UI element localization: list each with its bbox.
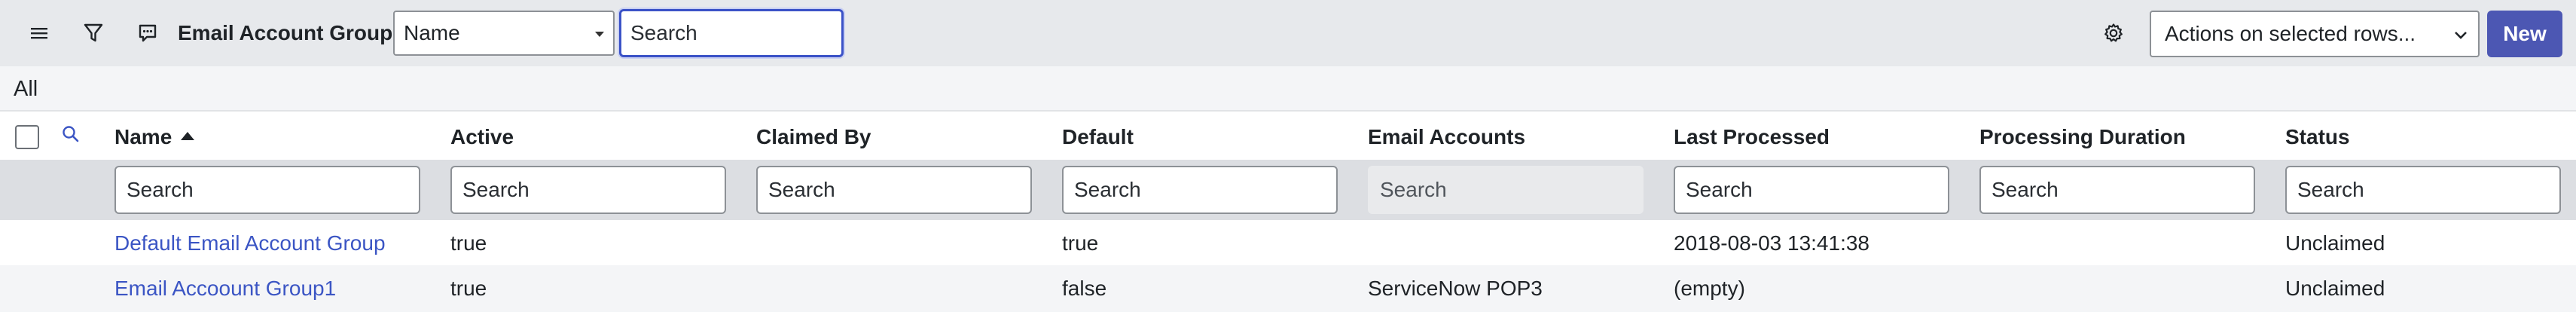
caret-down-icon	[595, 32, 604, 37]
cell-name-link[interactable]: Default Email Account Group	[114, 230, 386, 257]
search-icon[interactable]	[60, 124, 81, 148]
cell-last-processed: (empty)	[1674, 277, 1745, 300]
search-claimed-by-input[interactable]	[756, 166, 1032, 214]
menu-icon[interactable]	[23, 17, 56, 50]
search-name-input[interactable]	[114, 166, 420, 214]
column-header-row: Name Active Claimed By Default Email Acc…	[0, 113, 2576, 160]
search-field-select-value: Name	[404, 21, 460, 44]
sort-ascending-icon	[181, 132, 195, 140]
cell-active: true	[450, 231, 487, 255]
breadcrumb-bar: All	[0, 66, 2576, 112]
cell-name-link[interactable]: Email Accoount Group1	[114, 275, 336, 302]
actions-select-value: Actions on selected rows...	[2165, 22, 2416, 45]
column-header-processing-duration[interactable]: Processing Duration	[1979, 124, 2186, 151]
column-search-row	[0, 160, 2576, 220]
column-header-claimed-by[interactable]: Claimed By	[756, 124, 871, 151]
actions-select[interactable]: Actions on selected rows...	[2150, 11, 2480, 57]
chevron-down-icon	[2455, 32, 2467, 39]
cell-active: true	[450, 277, 487, 300]
cell-status: Unclaimed	[2285, 231, 2385, 255]
list-header: Email Account Groups Name Actions on sel…	[0, 0, 2576, 66]
filter-icon[interactable]	[77, 17, 110, 50]
cell-email-accounts: ServiceNow POP3	[1368, 277, 1543, 300]
search-status-input[interactable]	[2285, 166, 2561, 214]
column-header-active[interactable]: Active	[450, 124, 514, 151]
search-last-processed-input[interactable]	[1674, 166, 1949, 214]
search-email-accounts-input	[1368, 166, 1644, 214]
search-processing-duration-input[interactable]	[1979, 166, 2255, 214]
gear-icon[interactable]	[2097, 17, 2130, 50]
column-header-email-accounts[interactable]: Email Accounts	[1368, 124, 1525, 151]
column-header-last-processed[interactable]: Last Processed	[1674, 124, 1830, 151]
select-all-checkbox[interactable]	[15, 125, 39, 149]
cell-status: Unclaimed	[2285, 277, 2385, 300]
cell-default: false	[1062, 277, 1107, 300]
list-search-input[interactable]	[619, 9, 844, 57]
search-field-select[interactable]: Name	[393, 11, 615, 56]
cell-default: true	[1062, 231, 1099, 255]
new-button[interactable]: New	[2487, 11, 2562, 57]
cell-last-processed: 2018-08-03 13:41:38	[1674, 231, 1869, 255]
comment-icon[interactable]	[131, 17, 164, 50]
column-header-default[interactable]: Default	[1062, 124, 1134, 151]
table-row: Email Accoount Group1 true false Service…	[0, 265, 2576, 312]
page-title: Email Account Groups	[178, 21, 404, 44]
column-header-name[interactable]: Name	[114, 124, 195, 151]
search-active-input[interactable]	[450, 166, 726, 214]
search-default-input[interactable]	[1062, 166, 1338, 214]
column-header-label: Name	[114, 125, 172, 148]
breadcrumb-all[interactable]: All	[14, 75, 38, 102]
table-row: Default Email Account Group true true 20…	[0, 220, 2576, 267]
column-header-status[interactable]: Status	[2285, 124, 2350, 151]
